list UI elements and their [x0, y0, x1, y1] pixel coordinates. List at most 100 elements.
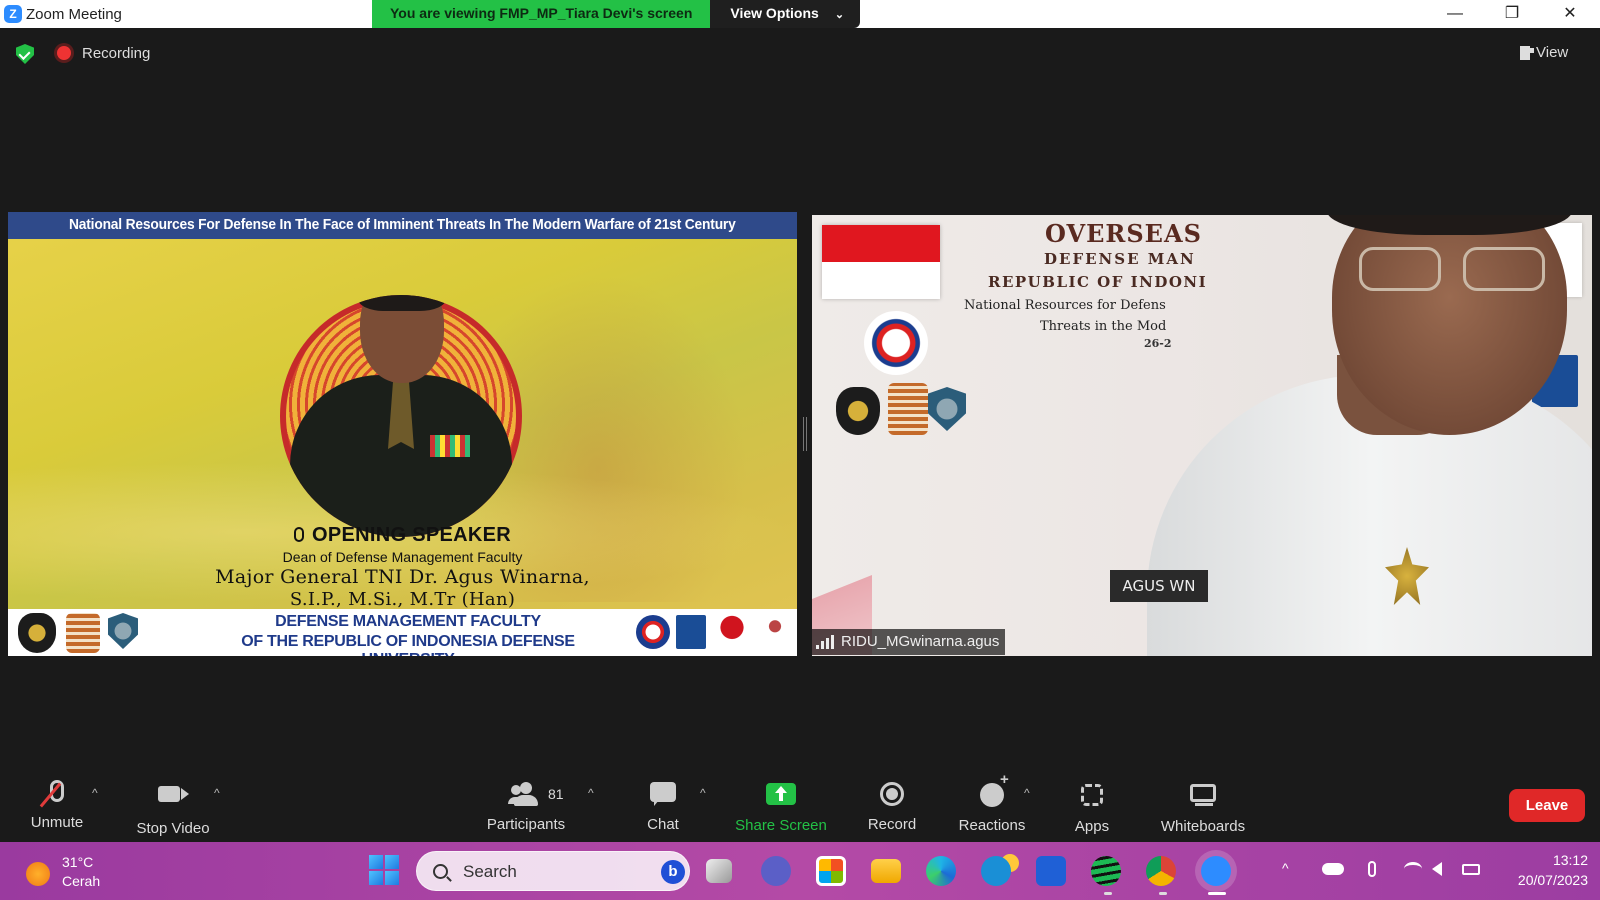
search-icon — [433, 864, 448, 879]
signal-strength-icon — [816, 635, 834, 649]
sun-icon — [26, 862, 50, 886]
wifi-icon[interactable] — [1404, 862, 1422, 876]
whiteboards-button[interactable]: Whiteboards — [1153, 780, 1253, 835]
defense-ministry-logo — [636, 615, 670, 649]
tray-overflow-chevron[interactable]: ^ — [1282, 860, 1289, 876]
participants-button[interactable]: 81 Participants — [476, 780, 576, 833]
view-button[interactable]: View — [1520, 44, 1568, 61]
start-button[interactable] — [369, 855, 399, 885]
taskbar-search[interactable]: Search b — [416, 851, 690, 891]
microsoft-store-icon[interactable] — [816, 856, 846, 886]
faculty-crest-logo — [66, 613, 100, 653]
record-button[interactable]: Record — [842, 780, 942, 833]
slide-footer: DEFENSE MANAGEMENT FACULTY OF THE REPUBL… — [8, 609, 797, 656]
onedrive-cloud-icon[interactable] — [1322, 863, 1344, 875]
apps-button[interactable]: Apps — [1042, 780, 1142, 835]
microphone-icon — [294, 527, 304, 542]
chat-options-caret[interactable]: ^ — [700, 786, 706, 800]
indonesia-flag — [822, 225, 940, 299]
video-camera-icon — [123, 786, 223, 816]
apps-icon — [1042, 784, 1142, 814]
chrome-icon[interactable] — [1146, 856, 1176, 886]
footer-line-1: DEFENSE MANAGEMENT FACULTY — [275, 613, 541, 630]
weather-temperature: 31°C — [62, 854, 94, 870]
portrait-medals — [430, 435, 470, 457]
shared-screen: National Resources For Defense In The Fa… — [8, 212, 797, 656]
edge-browser-icon[interactable] — [926, 856, 956, 886]
teams-chat-icon[interactable] — [761, 856, 791, 886]
window-title: Zoom Meeting — [26, 6, 122, 23]
participants-options-caret[interactable]: ^ — [588, 786, 594, 800]
screen-share-banner: You are viewing FMP_MP_Tiara Devi's scre… — [372, 0, 861, 28]
participant-person — [977, 215, 1592, 656]
slide-header: National Resources For Defense In The Fa… — [8, 212, 797, 239]
faculty-crest-logo — [888, 383, 928, 435]
shield-logo — [108, 613, 138, 649]
clock-time[interactable]: 13:12 — [1518, 852, 1588, 868]
stop-video-button[interactable]: Stop Video — [123, 780, 223, 837]
view-options-button[interactable]: View Options ⌄ — [710, 0, 861, 28]
zoom-meeting-window: Z Zoom Meeting You are viewing FMP_MP_Ti… — [0, 0, 1600, 900]
task-view-icon[interactable] — [706, 859, 732, 883]
view-label: View — [1536, 44, 1569, 61]
participant-video: OVERSEAS DEFENSE MAN REPUBLIC OF INDONI … — [812, 215, 1592, 656]
myhp-icon[interactable] — [1036, 856, 1066, 886]
slide-header-text: National Resources For Defense In The Fa… — [69, 216, 736, 233]
spotify-icon[interactable] — [1091, 856, 1121, 886]
record-icon — [842, 782, 942, 812]
record-label: Record — [867, 816, 917, 833]
participant-name: RIDU_MGwinarna.agus — [841, 633, 1000, 650]
reactions-options-caret[interactable]: ^ — [1024, 786, 1030, 800]
restore-button[interactable]: ❐ — [1497, 4, 1527, 24]
bing-icon[interactable]: b — [661, 860, 685, 884]
audio-options-caret[interactable]: ^ — [92, 786, 98, 800]
weather-condition: Cerah — [62, 873, 101, 889]
speaker-title: OPENING SPEAKER — [8, 524, 797, 547]
chevron-down-icon: ⌄ — [834, 9, 845, 21]
volume-icon[interactable] — [1432, 862, 1442, 876]
weather-widget[interactable]: 31°C Cerah — [26, 854, 116, 890]
speaker-portrait — [280, 295, 522, 537]
chiba-university-logo — [714, 613, 750, 651]
view-options-label: View Options — [730, 5, 819, 21]
chat-label: Chat — [647, 816, 679, 833]
share-screen-button[interactable]: Share Screen — [731, 780, 831, 834]
speaker-title-text: OPENING SPEAKER — [312, 524, 511, 546]
unhan-logo — [836, 387, 880, 435]
title-bar: Z Zoom Meeting You are viewing FMP_MP_Ti… — [0, 0, 1600, 28]
share-screen-icon — [731, 783, 831, 813]
meeting-toolbar: Unmute ^ Stop Video ^ 81 Participants ^ … — [0, 764, 1600, 842]
get-help-icon[interactable] — [981, 856, 1011, 886]
portrait-hair — [358, 295, 446, 311]
uniform-nametag: AGUS WN — [1110, 570, 1208, 602]
file-explorer-icon[interactable] — [871, 859, 901, 883]
battery-icon[interactable] — [1462, 864, 1480, 875]
video-options-caret[interactable]: ^ — [214, 786, 220, 800]
chrome-running-indicator — [1159, 892, 1167, 895]
clock-date[interactable]: 20/07/2023 — [1490, 872, 1588, 888]
apps-label: Apps — [1074, 818, 1110, 835]
recording-label[interactable]: Recording — [82, 45, 150, 62]
dpri-ku-logo — [676, 615, 706, 649]
chat-bubble-icon — [613, 782, 713, 812]
unhan-logo — [18, 613, 56, 653]
chat-button[interactable]: Chat — [613, 780, 713, 833]
viewing-screen-message: You are viewing FMP_MP_Tiara Devi's scre… — [372, 0, 711, 28]
person-glasses — [1359, 247, 1549, 295]
whiteboards-label: Whiteboards — [1160, 818, 1246, 835]
shield-logo — [928, 387, 966, 431]
windows-taskbar: 31°C Cerah Search b ^ 13:12 20/07/2023 — [0, 842, 1600, 900]
people-icon: 81 — [476, 782, 576, 812]
participants-label: Participants — [486, 816, 566, 833]
speaker-role: Dean of Defense Management Faculty — [282, 549, 523, 565]
leave-button[interactable]: Leave — [1509, 789, 1585, 822]
footer-line-2: OF THE REPUBLIC OF INDONESIA DEFENSE UNI… — [241, 633, 575, 656]
speaker-name-line-1: Major General TNI Dr. Agus Winarna, — [215, 566, 590, 588]
pane-resize-handle[interactable] — [803, 417, 807, 451]
participant-count: 81 — [548, 786, 564, 802]
close-button[interactable]: ✕ — [1555, 4, 1585, 24]
zoom-taskbar-icon[interactable] — [1201, 856, 1231, 886]
shield-check-icon[interactable] — [16, 44, 34, 64]
microphone-tray-icon[interactable] — [1368, 861, 1376, 877]
minimize-button[interactable]: — — [1440, 4, 1470, 24]
